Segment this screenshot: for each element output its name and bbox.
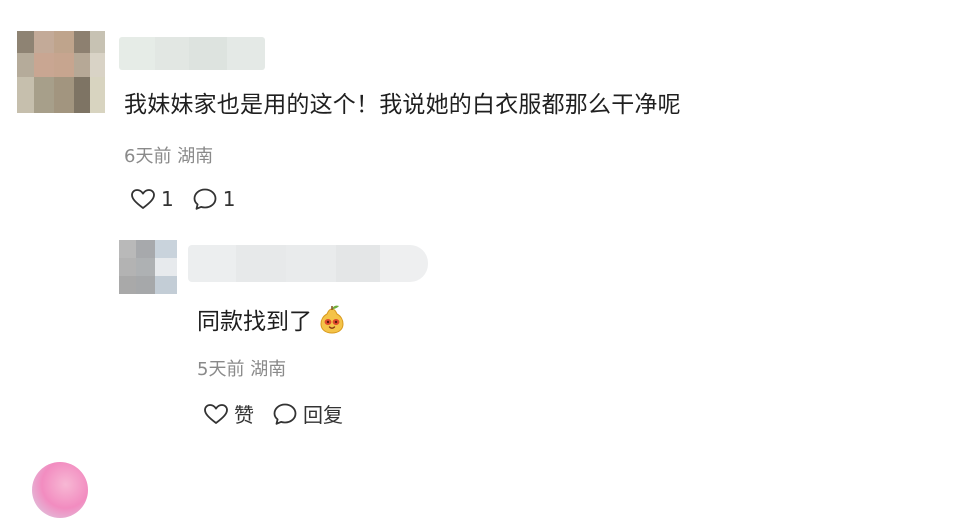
reply-username-blurred[interactable] bbox=[188, 245, 428, 282]
avatar-pixel bbox=[119, 276, 136, 294]
reply-actions: 赞 回复 bbox=[203, 399, 361, 428]
avatar-pixel bbox=[74, 77, 90, 113]
avatar-pixel bbox=[34, 77, 54, 113]
avatar-pixel bbox=[155, 240, 177, 258]
avatar-pixel bbox=[119, 258, 136, 276]
heart-icon bbox=[130, 188, 156, 210]
avatar-pixel bbox=[136, 276, 155, 294]
username-blurred[interactable] bbox=[119, 37, 265, 70]
comment-meta: 6天前 湖南 bbox=[124, 142, 213, 168]
avatar-pixel bbox=[54, 31, 74, 53]
avatar-pixel bbox=[17, 31, 34, 53]
comment-bubble-icon bbox=[192, 187, 218, 211]
reply-count: 1 bbox=[222, 187, 236, 211]
reply-location: 湖南 bbox=[250, 359, 287, 380]
like-label: 赞 bbox=[234, 403, 254, 427]
avatar-pixel bbox=[90, 53, 105, 77]
avatar-pixel bbox=[34, 53, 54, 77]
reply-meta: 5天前 湖南 bbox=[197, 355, 286, 381]
reply-label: 回复 bbox=[303, 403, 343, 427]
avatar-pixel bbox=[34, 31, 54, 53]
pear-face-emoji-icon bbox=[316, 303, 348, 335]
comment-actions: 1 1 bbox=[130, 187, 253, 211]
reply-button[interactable]: 1 bbox=[192, 187, 236, 211]
comment-location: 湖南 bbox=[177, 146, 214, 167]
avatar-pixel bbox=[74, 31, 90, 53]
reply-like-button[interactable]: 赞 bbox=[203, 399, 254, 428]
reply-time: 5天前 bbox=[197, 359, 245, 380]
comment-bubble-icon bbox=[272, 402, 298, 426]
avatar-pixel bbox=[136, 258, 155, 276]
avatar-pixel bbox=[74, 53, 90, 77]
comment-text: 我妹妹家也是用的这个！我说她的白衣服都那么干净呢 bbox=[124, 92, 681, 118]
reply-reply-button[interactable]: 回复 bbox=[272, 399, 343, 428]
like-count: 1 bbox=[161, 187, 174, 211]
reply-avatar[interactable] bbox=[119, 240, 177, 294]
reply-text: 同款找到了 bbox=[197, 309, 312, 335]
avatar[interactable] bbox=[17, 31, 105, 113]
avatar-pixel bbox=[54, 77, 74, 113]
avatar-pixel bbox=[155, 276, 177, 294]
reply-text-row: 同款找到了 bbox=[197, 302, 348, 336]
avatar-pixel bbox=[90, 31, 105, 53]
avatar-pixel bbox=[17, 53, 34, 77]
avatar-pixel bbox=[54, 53, 74, 77]
avatar-pixel bbox=[90, 77, 105, 113]
comment-time: 6天前 bbox=[124, 146, 172, 167]
like-button[interactable]: 1 bbox=[130, 187, 174, 211]
avatar-pixel bbox=[136, 240, 155, 258]
avatar-pixel bbox=[155, 258, 177, 276]
avatar-pixel bbox=[119, 240, 136, 258]
heart-icon bbox=[203, 403, 229, 425]
avatar-pixel bbox=[17, 77, 34, 113]
next-comment-avatar[interactable] bbox=[32, 462, 88, 518]
